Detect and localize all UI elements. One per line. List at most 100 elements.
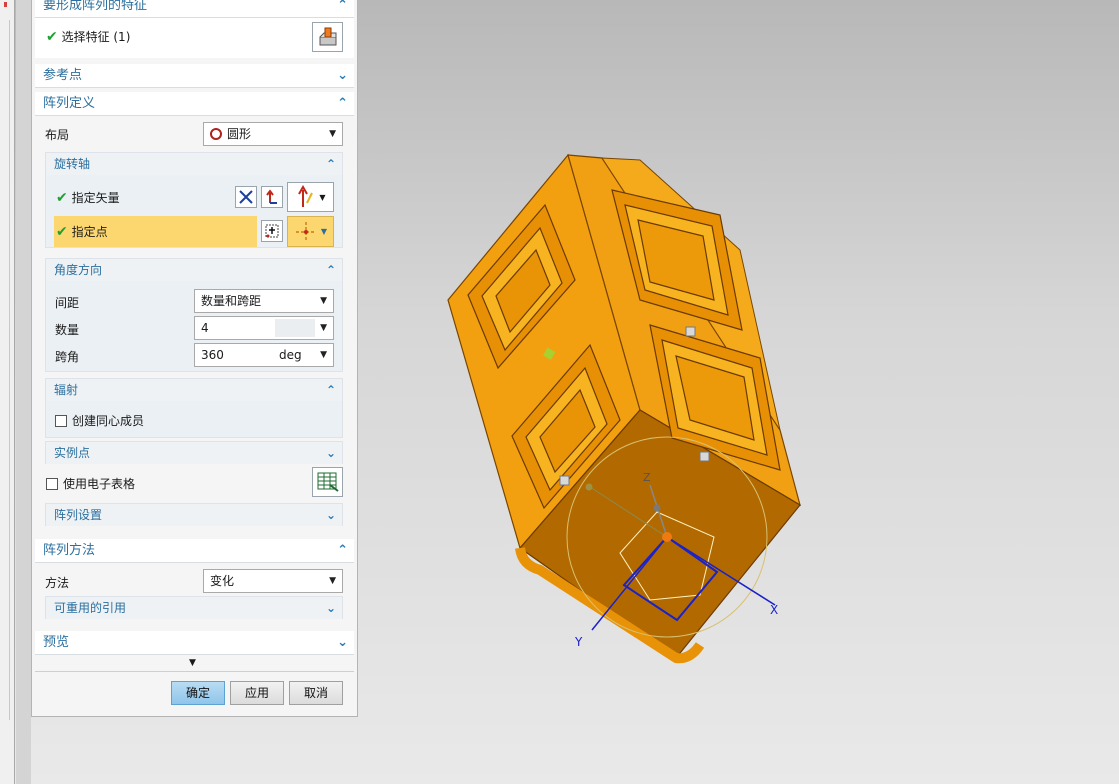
marker-point[interactable] (559, 475, 570, 486)
section-ref-point-title: 参考点 (43, 68, 83, 83)
section-array-def-header[interactable]: 阵列定义 ⌃ (35, 92, 354, 116)
radiation-header[interactable]: 辐射 ⌃ (46, 379, 342, 401)
spreadsheet-button[interactable] (312, 467, 343, 497)
specify-point-label: 指定点 (71, 225, 108, 239)
pattern-feature-dialog: 要形成阵列的特征 ⌃ ✔ 选择特征 (1) 参考点 ⌄ 阵列定义 ⌃ 布局 圆形… (31, 0, 358, 717)
chevron-up-icon[interactable]: ⌃ (337, 0, 348, 18)
chevron-up-icon[interactable]: ⌃ (326, 153, 336, 175)
chevron-up-icon[interactable]: ⌃ (326, 379, 336, 401)
reverse-vector-button[interactable] (235, 186, 257, 208)
section-feature-title: 要形成阵列的特征 (43, 0, 148, 13)
section-preview-title: 预览 (43, 635, 70, 650)
dropdown-arrow-icon: ▼ (320, 296, 327, 306)
section-array-method-header[interactable]: 阵列方法 ⌃ (35, 539, 354, 563)
use-spreadsheet-label: 使用电子表格 (63, 477, 136, 491)
graphics-viewport[interactable]: X Y Z (359, 0, 1119, 784)
span-angle-label: 跨角 (55, 350, 80, 364)
button-divider (35, 671, 354, 672)
select-feature-button[interactable] (312, 22, 343, 52)
chevron-down-icon[interactable]: ⌄ (337, 631, 348, 655)
vector-type-select[interactable]: ▼ (287, 182, 334, 212)
left-toolbar-strip (0, 0, 15, 784)
marker-point[interactable] (685, 326, 696, 337)
span-angle-input[interactable]: 360 deg ▼ (194, 343, 334, 367)
section-feature-header[interactable]: 要形成阵列的特征 ⌃ (35, 0, 354, 18)
check-icon: ✔ (56, 190, 68, 206)
reusable-refs-group[interactable]: 可重用的引用 ⌄ (45, 596, 343, 619)
chevron-down-icon[interactable]: ⌄ (337, 64, 348, 88)
array-settings-group[interactable]: 阵列设置 ⌄ (45, 503, 343, 526)
method-value: 变化 (210, 574, 235, 588)
specify-point-label-wrap: ✔ 指定点 (56, 223, 108, 240)
count-label: 数量 (55, 323, 80, 337)
layout-select[interactable]: 圆形 ▼ (203, 122, 343, 146)
chevron-up-icon[interactable]: ⌃ (326, 259, 336, 281)
section-array-method-title: 阵列方法 (43, 543, 96, 558)
use-spreadsheet-checkbox[interactable] (46, 478, 58, 490)
span-angle-unit: deg (279, 348, 302, 362)
dropdown-arrow-icon: ▼ (319, 192, 326, 202)
instance-points-group[interactable]: 实例点 ⌄ (45, 441, 343, 464)
x-axis-label: X (770, 603, 778, 617)
chevron-down-icon[interactable]: ⌄ (326, 442, 336, 464)
dropdown-arrow-icon: ▼ (329, 129, 336, 139)
spacing-value: 数量和跨距 (201, 294, 262, 308)
dropdown-arrow-icon: ▼ (320, 227, 328, 236)
dropdown-arrow-icon: ▼ (320, 350, 327, 360)
concentric-members-label: 创建同心成员 (72, 414, 145, 428)
select-feature-row[interactable]: ✔ 选择特征 (1) (46, 28, 130, 45)
marker-point[interactable] (699, 451, 710, 462)
concentric-members-option[interactable]: 创建同心成员 (55, 412, 144, 429)
count-input[interactable]: 4 ▼ (194, 316, 334, 340)
circle-layout-icon (210, 128, 222, 140)
feature-cube-icon (319, 27, 336, 46)
check-icon: ✔ (46, 29, 58, 45)
spacing-select[interactable]: 数量和跨距 ▼ (194, 289, 334, 313)
z-axis-label: Z (643, 471, 651, 484)
reusable-refs-header[interactable]: 可重用的引用 ⌄ (46, 597, 342, 619)
vector-dialog-button[interactable] (261, 186, 283, 208)
radiation-group: 辐射 ⌃ (45, 378, 343, 438)
count-unit-box (275, 319, 315, 337)
span-angle-value: 360 (201, 348, 224, 362)
section-array-def-title: 阵列定义 (43, 96, 96, 111)
method-select[interactable]: 变化 ▼ (203, 569, 343, 593)
marker-tick (4, 2, 7, 7)
dropdown-arrow-icon: ▼ (320, 323, 327, 333)
chevron-up-icon[interactable]: ⌃ (337, 539, 348, 563)
reusable-refs-title: 可重用的引用 (54, 601, 127, 615)
count-value: 4 (201, 321, 209, 335)
array-settings-title: 阵列设置 (54, 508, 103, 522)
point-dialog-button[interactable] (261, 220, 283, 242)
specify-vector-row[interactable]: ✔ 指定矢量 (56, 189, 120, 206)
rotation-axis-header[interactable]: 旋转轴 ⌃ (46, 153, 342, 175)
section-preview-header[interactable]: 预览 ⌄ (35, 631, 354, 655)
instance-points-title: 实例点 (54, 446, 91, 460)
more-options-arrow-icon[interactable]: ▼ (189, 658, 196, 668)
layout-label: 布局 (45, 128, 70, 142)
spacing-label: 间距 (55, 296, 80, 310)
use-spreadsheet-option[interactable]: 使用电子表格 (46, 475, 135, 492)
chevron-up-icon[interactable]: ⌃ (337, 92, 348, 116)
apply-button[interactable]: 应用 (230, 681, 284, 705)
select-feature-label: 选择特征 (1) (61, 30, 131, 44)
cancel-button[interactable]: 取消 (289, 681, 343, 705)
ok-button[interactable]: 确定 (171, 681, 225, 705)
cross-arrows-icon (239, 190, 253, 204)
array-settings-header[interactable]: 阵列设置 ⌄ (46, 504, 342, 526)
concentric-members-checkbox[interactable] (55, 415, 67, 427)
panel-gutter (16, 0, 31, 784)
chevron-down-icon[interactable]: ⌄ (326, 597, 336, 619)
vector-icon (266, 189, 277, 204)
point-type-select[interactable]: ▼ (287, 216, 334, 247)
section-ref-point-header[interactable]: 参考点 ⌄ (35, 64, 354, 88)
strip-divider (9, 20, 10, 720)
point-dialog-icon (265, 224, 279, 238)
instance-points-header[interactable]: 实例点 ⌄ (46, 442, 342, 464)
pattern-block-model[interactable] (447, 153, 801, 664)
method-label: 方法 (45, 576, 70, 590)
angle-direction-header[interactable]: 角度方向 ⌃ (46, 259, 342, 281)
crosshair-point-icon (295, 221, 316, 242)
chevron-down-icon[interactable]: ⌄ (326, 504, 336, 526)
check-icon: ✔ (56, 224, 68, 240)
